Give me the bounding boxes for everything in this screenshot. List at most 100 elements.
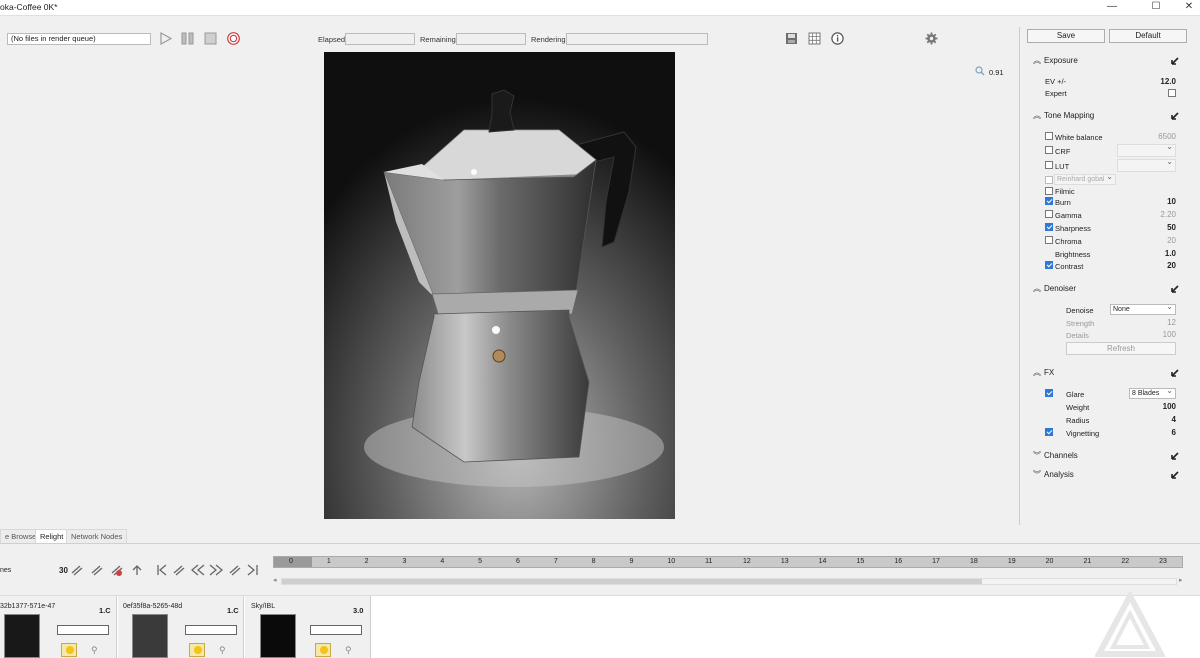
reset-fx-icon[interactable] [1170, 368, 1180, 378]
refresh-button[interactable]: Refresh [1066, 342, 1176, 355]
sharpness-value[interactable]: 50 [1136, 223, 1176, 232]
glare-dropdown[interactable]: 8 Blades [1129, 386, 1176, 399]
timeline-tick[interactable]: 19 [1008, 558, 1016, 565]
timeline-tick[interactable]: 1 [327, 558, 331, 565]
expand-channels-icon[interactable]: ︾ [1033, 450, 1041, 461]
reset-channels-icon[interactable] [1170, 451, 1180, 461]
light-bulb-icon[interactable] [189, 643, 205, 657]
light-color-bar[interactable] [185, 625, 237, 635]
gamma-checkbox[interactable] [1045, 210, 1053, 218]
weight-value[interactable]: 100 [1136, 402, 1176, 411]
lut-picker[interactable] [1117, 157, 1176, 172]
grid-icon[interactable] [808, 32, 821, 45]
light-intensity[interactable]: 3.0 [353, 606, 363, 615]
timeline-tick[interactable]: 10 [667, 558, 675, 565]
glare-checkbox[interactable] [1045, 389, 1053, 397]
minimize-button[interactable]: — [1101, 0, 1123, 16]
timeline-tick[interactable]: 4 [440, 558, 444, 565]
ev-value[interactable]: 12.0 [1136, 77, 1176, 86]
tab-network-nodes[interactable]: Network Nodes [66, 529, 128, 543]
reset-tone-icon[interactable] [1170, 111, 1180, 121]
collapse-fx-icon[interactable]: ︽ [1033, 367, 1041, 378]
close-button[interactable]: ✕ [1178, 0, 1200, 16]
reset-denoiser-icon[interactable] [1170, 284, 1180, 294]
timeline-tick[interactable]: 22 [1121, 558, 1129, 565]
timeline-tick[interactable]: 11 [705, 558, 712, 565]
timeline-tick[interactable]: 21 [1084, 558, 1092, 565]
gamma-value[interactable]: 2.20 [1136, 210, 1176, 219]
light-intensity[interactable]: 1.C [227, 606, 239, 615]
light-bulb-icon[interactable] [315, 643, 331, 657]
info-icon[interactable] [831, 32, 844, 45]
light-options-icon[interactable]: ⚲ [345, 645, 352, 656]
timeline-scrollbar[interactable] [281, 578, 1177, 585]
timeline-tick[interactable]: 20 [1046, 558, 1054, 565]
collapse-tone-icon[interactable]: ︽ [1033, 110, 1041, 121]
timeline-tick[interactable]: 16 [894, 558, 902, 565]
lut-checkbox[interactable] [1045, 161, 1053, 169]
settings-gear-icon[interactable] [925, 32, 938, 45]
chroma-checkbox[interactable] [1045, 236, 1053, 244]
brightness-value[interactable]: 1.0 [1136, 249, 1176, 258]
crf-checkbox[interactable] [1045, 146, 1053, 154]
timeline-tick[interactable]: 23 [1159, 558, 1167, 565]
expert-checkbox[interactable] [1168, 89, 1176, 97]
light-options-icon[interactable]: ⚲ [219, 645, 226, 656]
crf-picker[interactable] [1117, 142, 1176, 157]
contrast-value[interactable]: 20 [1136, 261, 1176, 270]
tab-relight[interactable]: Relight [35, 529, 69, 543]
light-card[interactable]: 32b1377-571e-47 1.C ⚲ [0, 596, 117, 658]
vignetting-checkbox[interactable] [1045, 428, 1053, 436]
light-bulb-icon[interactable] [61, 643, 77, 657]
collapse-exposure-icon[interactable]: ︽ [1033, 55, 1041, 66]
white-balance-checkbox[interactable] [1045, 132, 1053, 140]
timeline-tick[interactable]: 17 [932, 558, 940, 565]
timeline-tick[interactable]: 6 [516, 558, 520, 565]
chroma-value[interactable]: 20 [1136, 236, 1176, 245]
light-card[interactable]: Sky/IBL 3.0 ⚲ [245, 596, 371, 658]
light-card[interactable]: 0ef35f8a-5265-48d 1.C ⚲ [118, 596, 244, 658]
maximize-button[interactable]: ☐ [1145, 0, 1167, 16]
light-options-icon[interactable]: ⚲ [91, 645, 98, 656]
sharpness-checkbox[interactable] [1045, 223, 1053, 231]
timeline-tick[interactable]: 18 [970, 558, 978, 565]
timeline-tick[interactable]: 15 [857, 558, 865, 565]
denoise-dropdown[interactable]: None [1110, 302, 1176, 315]
timeline-tick[interactable]: 2 [365, 558, 369, 565]
stop-icon[interactable] [204, 32, 217, 45]
expand-analysis-icon[interactable]: ︾ [1033, 469, 1041, 480]
radius-value[interactable]: 4 [1136, 415, 1176, 424]
reinhard-checkbox[interactable] [1045, 176, 1053, 184]
light-intensity[interactable]: 1.C [99, 606, 111, 615]
timeline-tick[interactable]: 12 [743, 558, 751, 565]
timeline-ruler[interactable]: 0 1 2 3 4 5 6 7 8 9 10 11 12 13 14 15 16 17 18 19 20 21 22 23 [273, 556, 1183, 568]
contrast-checkbox[interactable] [1045, 261, 1053, 269]
reset-analysis-icon[interactable] [1170, 470, 1180, 480]
render-queue-field[interactable]: (No files in render queue) [7, 33, 151, 45]
strength-value[interactable]: 12 [1136, 318, 1176, 327]
timeline-tick[interactable]: 7 [554, 558, 558, 565]
burn-value[interactable]: 10 [1136, 197, 1176, 206]
analysis-title[interactable]: Analysis [1044, 470, 1074, 479]
burn-checkbox[interactable] [1045, 197, 1053, 205]
save-button[interactable]: Save [1027, 29, 1105, 43]
timeline-tick[interactable]: 5 [478, 558, 482, 565]
timeline-tick[interactable]: 13 [781, 558, 789, 565]
reset-exposure-icon[interactable] [1170, 56, 1180, 66]
scrollbar-thumb[interactable] [282, 579, 982, 584]
timeline-tick[interactable]: 9 [630, 558, 634, 565]
vignetting-value[interactable]: 6 [1136, 428, 1176, 437]
collapse-denoiser-icon[interactable]: ︽ [1033, 283, 1041, 294]
filmic-checkbox[interactable] [1045, 187, 1053, 195]
scroll-left-icon[interactable]: ◂ [273, 576, 277, 584]
white-balance-value[interactable]: 6500 [1136, 132, 1176, 141]
light-color-bar[interactable] [310, 625, 362, 635]
fps-value[interactable]: 30 [59, 566, 68, 575]
save-image-icon[interactable] [785, 32, 798, 45]
record-icon[interactable] [227, 32, 240, 45]
details-value[interactable]: 100 [1136, 330, 1176, 339]
reinhard-dropdown[interactable]: Reinhard gobal [1054, 172, 1116, 185]
channels-title[interactable]: Channels [1044, 451, 1078, 460]
timeline-tick[interactable]: 3 [403, 558, 407, 565]
render-viewport[interactable] [324, 52, 675, 519]
